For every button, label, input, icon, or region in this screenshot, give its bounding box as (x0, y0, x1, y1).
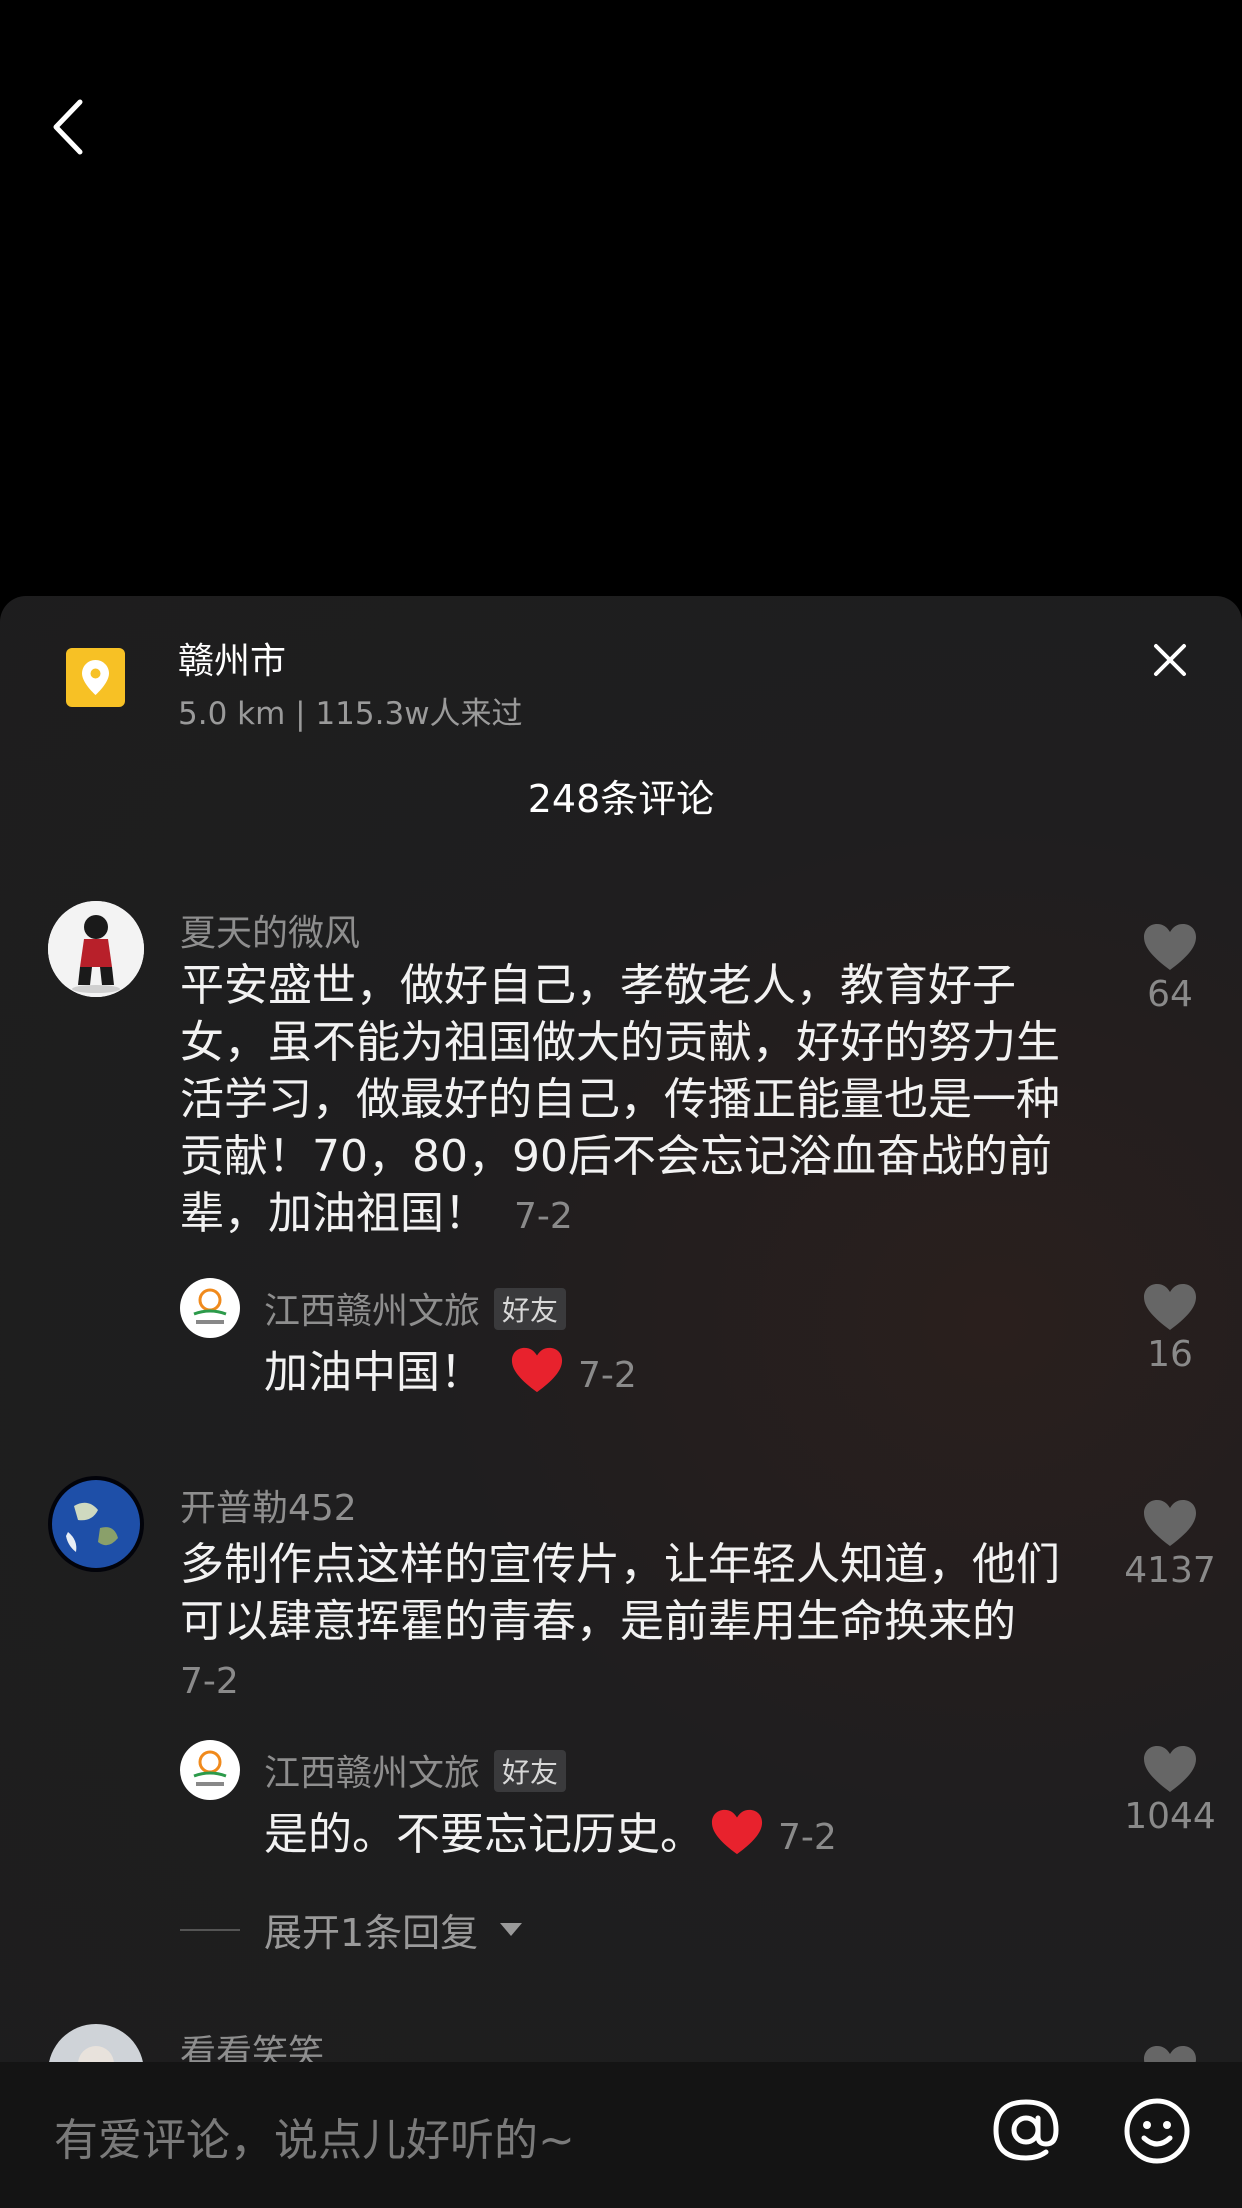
location-subtitle: 5.0 km | 115.3w人来过 (178, 696, 523, 732)
location-pin-icon[interactable] (66, 648, 125, 707)
heart-icon (1144, 1500, 1196, 1546)
like-button[interactable]: 1044 (1100, 1744, 1240, 1837)
comment-date: 7-2 (514, 1196, 573, 1237)
close-button[interactable] (1150, 640, 1190, 680)
location-title[interactable]: 赣州市 (178, 632, 286, 684)
comment-text[interactable]: 多制作点这样的宣传片，让年轻人知道，他们可以肆意挥霍的青春，是前辈用生命换来的 7… (180, 1536, 1095, 1710)
avatar[interactable] (48, 1476, 144, 1572)
chevron-down-icon (500, 1923, 523, 1936)
like-count: 64 (1147, 974, 1193, 1015)
comment-count: 248条评论 (527, 777, 715, 821)
comment-date: 7-2 (180, 1661, 239, 1702)
comment-input-bar: 有爱评论，说点儿好听的~ (0, 2062, 1242, 2208)
reply-text[interactable]: 加油中国！ 7-2 (264, 1344, 637, 1409)
heart-icon (1144, 1284, 1196, 1330)
like-button[interactable]: 64 (1100, 922, 1240, 1015)
reply-avatar[interactable] (180, 1740, 240, 1800)
emoji-button[interactable] (1124, 2098, 1190, 2164)
back-arrow-icon (53, 99, 83, 155)
divider (180, 1928, 240, 1931)
reply-username[interactable]: 江西赣州文旅 好友 (264, 1744, 567, 1796)
reply-avatar[interactable] (180, 1278, 240, 1338)
reply-date: 7-2 (778, 1817, 837, 1858)
red-heart-icon (510, 1345, 564, 1409)
red-heart-icon (710, 1807, 764, 1871)
back-button[interactable] (44, 92, 94, 162)
comment-username[interactable]: 夏天的微风 (180, 904, 360, 956)
heart-icon (1144, 1746, 1196, 1792)
expand-label: 展开1条回复 (264, 1911, 479, 1955)
smiley-icon (1124, 2098, 1190, 2164)
avatar[interactable] (48, 901, 144, 997)
reply-text[interactable]: 是的。不要忘记历史。 7-2 (264, 1806, 837, 1871)
reply-date: 7-2 (578, 1355, 637, 1396)
expand-replies-button[interactable]: 展开1条回复 (180, 1902, 523, 1957)
like-button[interactable]: 4137 (1100, 1498, 1240, 1591)
at-mention-button[interactable] (990, 2094, 1062, 2166)
comment-username[interactable]: 开普勒452 (180, 1479, 357, 1531)
reply-username[interactable]: 江西赣州文旅 好友 (264, 1282, 567, 1334)
like-count: 16 (1147, 1334, 1193, 1375)
heart-icon (1144, 924, 1196, 970)
friend-badge: 好友 (494, 1750, 567, 1792)
comment-text[interactable]: 平安盛世，做好自己，孝敬老人，教育好子女，虽不能为祖国做大的贡献，好好的努力生活… (180, 957, 1095, 1245)
friend-badge: 好友 (494, 1288, 567, 1330)
at-icon (993, 2099, 1059, 2161)
like-button[interactable]: 16 (1100, 1282, 1240, 1375)
like-count: 1044 (1124, 1796, 1216, 1837)
like-count: 4137 (1124, 1550, 1216, 1591)
close-icon (1154, 644, 1186, 676)
comment-input[interactable]: 有爱评论，说点儿好听的~ (54, 2104, 575, 2168)
comment-sheet: 赣州市 5.0 km | 115.3w人来过 248条评论 夏天的微风 平安盛世… (0, 596, 1242, 2208)
